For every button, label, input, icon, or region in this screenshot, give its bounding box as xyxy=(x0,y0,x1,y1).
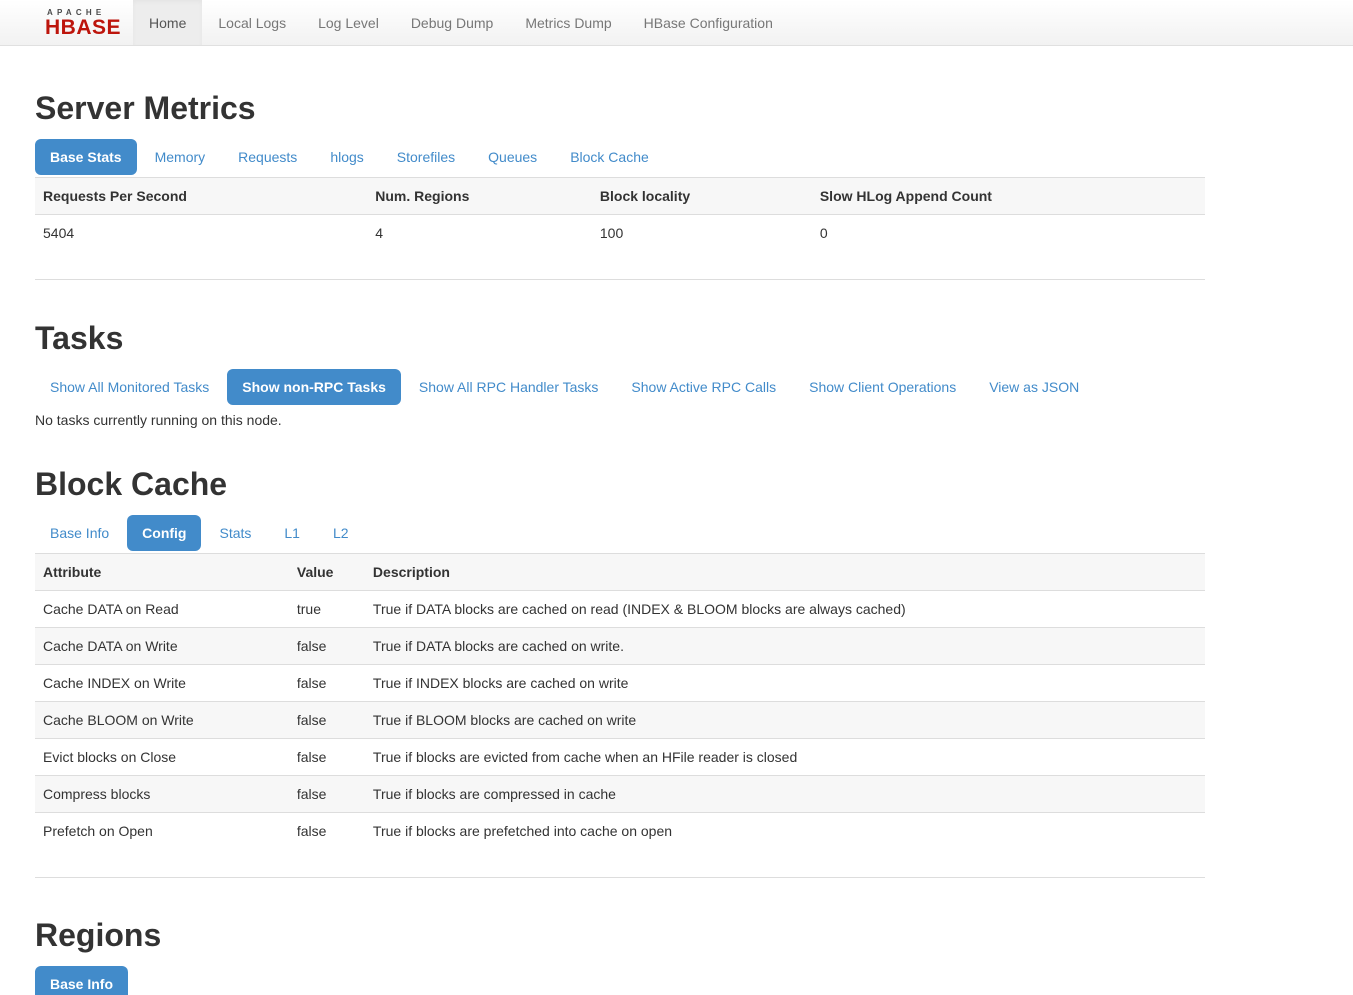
table-cell: Cache DATA on Read xyxy=(35,591,289,628)
tasks-section: Tasks Show All Monitored TasksShow non-R… xyxy=(35,321,1205,429)
tab-show-all-monitored-tasks[interactable]: Show All Monitored Tasks xyxy=(35,369,224,405)
table-cell: 5404 xyxy=(35,215,367,280)
regions-section: Regions Base Info xyxy=(35,918,1205,995)
table-row: Evict blocks on ClosefalseTrue if blocks… xyxy=(35,739,1205,776)
table-cell: True if DATA blocks are cached on read (… xyxy=(365,591,1205,628)
table-cell: Cache DATA on Write xyxy=(35,628,289,665)
top-navbar: APACHE HBASE HomeLocal LogsLog LevelDebu… xyxy=(0,0,1353,46)
table-cell: True if INDEX blocks are cached on write xyxy=(365,665,1205,702)
tab-base-stats[interactable]: Base Stats xyxy=(35,139,137,175)
table-cell: false xyxy=(289,813,365,878)
table-cell: Compress blocks xyxy=(35,776,289,813)
tasks-title: Tasks xyxy=(35,321,1205,356)
server-metrics-table: Requests Per SecondNum. RegionsBlock loc… xyxy=(35,177,1205,280)
table-cell: false xyxy=(289,628,365,665)
tasks-empty-message: No tasks currently running on this node. xyxy=(35,411,1205,429)
tab-show-all-rpc-handler-tasks[interactable]: Show All RPC Handler Tasks xyxy=(404,369,613,405)
navbar-item-debug-dump[interactable]: Debug Dump xyxy=(395,0,510,45)
navbar-item-home[interactable]: Home xyxy=(133,0,202,45)
column-header-slow-hlog-append-count: Slow HLog Append Count xyxy=(812,178,1205,215)
logo-hbase-text: HBASE xyxy=(45,17,121,38)
navbar-item-metrics-dump[interactable]: Metrics Dump xyxy=(509,0,627,45)
table-header-row: Requests Per SecondNum. RegionsBlock loc… xyxy=(35,178,1205,215)
tab-requests[interactable]: Requests xyxy=(223,139,312,175)
table-row: Cache BLOOM on WritefalseTrue if BLOOM b… xyxy=(35,702,1205,739)
tab-memory[interactable]: Memory xyxy=(140,139,221,175)
table-cell: True if blocks are compressed in cache xyxy=(365,776,1205,813)
table-row: 540441000 xyxy=(35,215,1205,280)
tab-queues[interactable]: Queues xyxy=(473,139,552,175)
column-header-attribute: Attribute xyxy=(35,554,289,591)
table-row: Cache INDEX on WritefalseTrue if INDEX b… xyxy=(35,665,1205,702)
tab-stats[interactable]: Stats xyxy=(204,515,266,551)
table-cell: Cache INDEX on Write xyxy=(35,665,289,702)
tasks-tabs: Show All Monitored TasksShow non-RPC Tas… xyxy=(35,369,1205,405)
navbar-item-log-level[interactable]: Log Level xyxy=(302,0,395,45)
block-cache-title: Block Cache xyxy=(35,467,1205,502)
server-metrics-section: Server Metrics Base StatsMemoryRequestsh… xyxy=(35,91,1205,280)
tab-block-cache[interactable]: Block Cache xyxy=(555,139,664,175)
column-header-requests-per-second: Requests Per Second xyxy=(35,178,367,215)
tab-storefiles[interactable]: Storefiles xyxy=(382,139,470,175)
table-cell: false xyxy=(289,665,365,702)
table-row: Compress blocksfalseTrue if blocks are c… xyxy=(35,776,1205,813)
table-cell: Evict blocks on Close xyxy=(35,739,289,776)
tab-l1[interactable]: L1 xyxy=(269,515,315,551)
table-cell: true xyxy=(289,591,365,628)
regions-tabs: Base Info xyxy=(35,966,1205,995)
tab-l2[interactable]: L2 xyxy=(318,515,364,551)
table-cell: 0 xyxy=(812,215,1205,280)
column-header-value: Value xyxy=(289,554,365,591)
table-cell: True if DATA blocks are cached on write. xyxy=(365,628,1205,665)
tab-show-client-operations[interactable]: Show Client Operations xyxy=(794,369,971,405)
server-metrics-title: Server Metrics xyxy=(35,91,1205,126)
tab-show-non-rpc-tasks[interactable]: Show non-RPC Tasks xyxy=(227,369,401,405)
tab-view-as-json[interactable]: View as JSON xyxy=(974,369,1094,405)
block-cache-table: AttributeValueDescriptionCache DATA on R… xyxy=(35,553,1205,878)
table-row: Cache DATA on ReadtrueTrue if DATA block… xyxy=(35,591,1205,628)
tab-base-info[interactable]: Base Info xyxy=(35,515,124,551)
table-cell: Prefetch on Open xyxy=(35,813,289,878)
navbar-item-local-logs[interactable]: Local Logs xyxy=(202,0,302,45)
tab-config[interactable]: Config xyxy=(127,515,201,551)
block-cache-tabs: Base InfoConfigStatsL1L2 xyxy=(35,515,1205,551)
table-cell: True if blocks are evicted from cache wh… xyxy=(365,739,1205,776)
table-cell: false xyxy=(289,702,365,739)
tab-base-info[interactable]: Base Info xyxy=(35,966,128,995)
table-cell: 100 xyxy=(592,215,812,280)
table-cell: false xyxy=(289,776,365,813)
column-header-num-regions: Num. Regions xyxy=(367,178,592,215)
server-metrics-tabs: Base StatsMemoryRequestshlogsStorefilesQ… xyxy=(35,139,1205,175)
navbar-item-hbase-configuration[interactable]: HBase Configuration xyxy=(628,0,789,45)
regions-title: Regions xyxy=(35,918,1205,953)
tab-show-active-rpc-calls[interactable]: Show Active RPC Calls xyxy=(616,369,791,405)
table-cell: Cache BLOOM on Write xyxy=(35,702,289,739)
table-cell: True if blocks are prefetched into cache… xyxy=(365,813,1205,878)
table-cell: false xyxy=(289,739,365,776)
page-content: Server Metrics Base StatsMemoryRequestsh… xyxy=(35,46,1205,995)
column-header-block-locality: Block locality xyxy=(592,178,812,215)
tab-hlogs[interactable]: hlogs xyxy=(315,139,378,175)
table-cell: 4 xyxy=(367,215,592,280)
column-header-description: Description xyxy=(365,554,1205,591)
table-cell: True if BLOOM blocks are cached on write xyxy=(365,702,1205,739)
block-cache-section: Block Cache Base InfoConfigStatsL1L2 Att… xyxy=(35,467,1205,878)
table-row: Prefetch on OpenfalseTrue if blocks are … xyxy=(35,813,1205,878)
table-row: Cache DATA on WritefalseTrue if DATA blo… xyxy=(35,628,1205,665)
table-header-row: AttributeValueDescription xyxy=(35,554,1205,591)
hbase-logo[interactable]: APACHE HBASE xyxy=(45,0,121,45)
navbar-menu: HomeLocal LogsLog LevelDebug DumpMetrics… xyxy=(133,0,789,45)
